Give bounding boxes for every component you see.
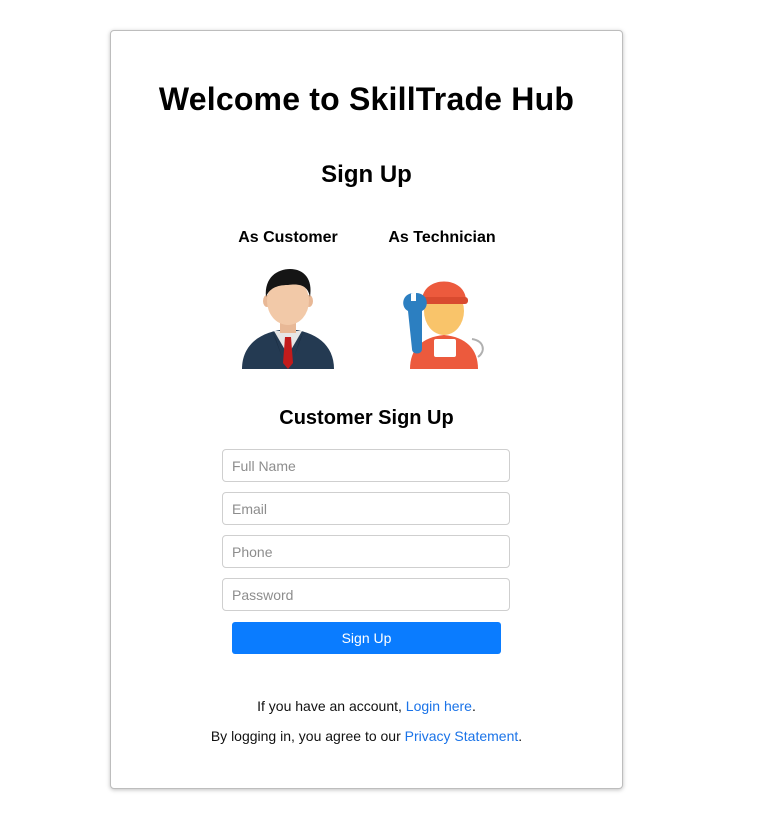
- privacy-suffix: .: [518, 728, 523, 744]
- privacy-link[interactable]: Privacy Statement: [405, 728, 519, 744]
- form-title: Customer Sign Up: [279, 407, 454, 429]
- phone-input[interactable]: [222, 535, 510, 568]
- login-prefix: If you have an account,: [257, 698, 406, 714]
- page-title: Welcome to SkillTrade Hub: [158, 81, 575, 117]
- customer-avatar-icon[interactable]: [238, 265, 338, 369]
- login-note: If you have an account, Login here.: [111, 698, 622, 714]
- signup-button[interactable]: Sign Up: [232, 622, 501, 654]
- technician-avatar-icon[interactable]: [392, 265, 492, 369]
- role-customer-label: As Customer: [238, 229, 338, 246]
- role-customer-option[interactable]: As Customer: [223, 229, 353, 369]
- full-name-input[interactable]: [222, 449, 510, 482]
- role-technician-option[interactable]: As Technician: [377, 229, 507, 369]
- signup-heading: Sign Up: [321, 161, 412, 188]
- signup-card: Welcome to SkillTrade Hub Sign Up As Cus…: [110, 30, 623, 789]
- password-input[interactable]: [222, 578, 510, 611]
- privacy-prefix: By logging in, you agree to our: [210, 728, 405, 744]
- role-technician-label: As Technician: [388, 229, 496, 246]
- privacy-note: By logging in, you agree to our Privacy …: [111, 728, 622, 744]
- login-suffix: .: [471, 698, 476, 714]
- login-link[interactable]: Login here: [406, 698, 472, 714]
- email-input[interactable]: [222, 492, 510, 525]
